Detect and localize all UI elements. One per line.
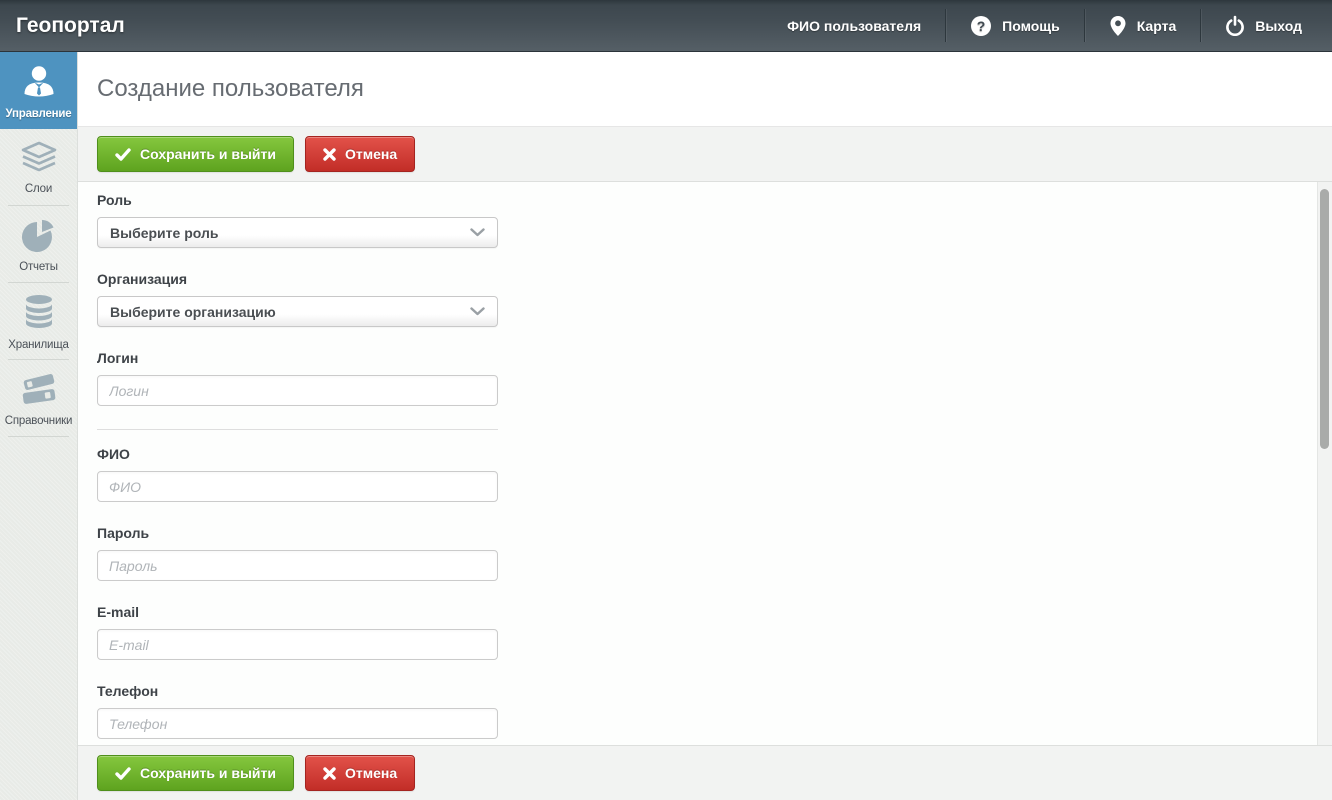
- email-label: E-mail: [97, 604, 1332, 620]
- form-scroll-area: Роль Выберите роль Организация Выберите …: [78, 182, 1332, 745]
- organization-select-value: Выберите организацию: [110, 304, 276, 320]
- fullname-label: ФИО: [97, 446, 1332, 462]
- header-nav: ФИО пользователя ? Помощь Карта: [763, 0, 1332, 51]
- organization-select[interactable]: Выберите организацию: [97, 296, 498, 327]
- sidebar-item-layers[interactable]: Слои: [0, 129, 77, 205]
- field-group-organization: Организация Выберите организацию: [97, 271, 1332, 327]
- password-label: Пароль: [97, 525, 1332, 541]
- svg-text:?: ?: [977, 18, 986, 34]
- field-group-email: E-mail: [97, 604, 1332, 660]
- user-fullname-label: ФИО пользователя: [787, 18, 921, 34]
- map-pin-icon: [1109, 15, 1127, 37]
- field-group-role: Роль Выберите роль: [97, 192, 1332, 248]
- role-label: Роль: [97, 192, 1332, 208]
- field-group-fullname: ФИО: [97, 446, 1332, 502]
- power-icon: [1225, 15, 1245, 36]
- layers-icon: [18, 140, 60, 176]
- x-icon: [323, 148, 336, 161]
- logout-link[interactable]: Выход: [1201, 0, 1326, 51]
- x-icon: [323, 767, 336, 780]
- sidebar-item-label: Хранилища: [8, 339, 68, 351]
- bottom-toolbar: Сохранить и выйти Отмена: [78, 745, 1332, 800]
- save-button-label: Сохранить и выйти: [140, 765, 276, 781]
- sidebar-item-management[interactable]: Управление: [0, 52, 77, 129]
- role-select[interactable]: Выберите роль: [97, 217, 498, 248]
- phone-input[interactable]: [97, 708, 498, 739]
- field-group-phone: Телефон: [97, 683, 1332, 739]
- cancel-button-bottom[interactable]: Отмена: [305, 755, 415, 791]
- sidebar: Управление Слои Отчеты: [0, 52, 78, 800]
- save-and-exit-button-bottom[interactable]: Сохранить и выйти: [97, 755, 294, 791]
- save-and-exit-button[interactable]: Сохранить и выйти: [97, 136, 294, 172]
- check-icon: [115, 767, 131, 780]
- help-label: Помощь: [1002, 18, 1060, 34]
- vertical-scrollbar-thumb[interactable]: [1320, 189, 1329, 449]
- sidebar-item-storages[interactable]: Хранилища: [0, 283, 77, 359]
- user-fullname-link[interactable]: ФИО пользователя: [763, 0, 945, 51]
- sidebar-divider: [8, 436, 69, 437]
- cancel-button-label: Отмена: [345, 765, 397, 781]
- save-button-label: Сохранить и выйти: [140, 146, 276, 162]
- map-label: Карта: [1137, 18, 1177, 34]
- sidebar-item-label: Отчеты: [19, 261, 58, 273]
- top-toolbar: Сохранить и выйти Отмена: [78, 127, 1332, 182]
- sidebar-item-label: Справочники: [5, 415, 72, 427]
- organization-label: Организация: [97, 271, 1332, 287]
- books-icon: [18, 370, 60, 408]
- help-link[interactable]: ? Помощь: [946, 0, 1084, 51]
- sidebar-item-dictionaries[interactable]: Справочники: [0, 360, 77, 436]
- sidebar-item-label: Управление: [6, 108, 72, 120]
- pie-chart-icon: [19, 216, 59, 254]
- app-brand: Геопортал: [0, 0, 141, 51]
- user-create-form: Роль Выберите роль Организация Выберите …: [78, 182, 1332, 739]
- check-icon: [115, 148, 131, 161]
- main-layout: Управление Слои Отчеты: [0, 52, 1332, 800]
- cancel-button[interactable]: Отмена: [305, 136, 415, 172]
- vertical-scrollbar-track[interactable]: [1317, 182, 1332, 745]
- main-panel: Создание пользователя Сохранить и выйти …: [78, 52, 1332, 800]
- login-label: Логин: [97, 350, 1332, 366]
- role-select-value: Выберите роль: [110, 225, 218, 241]
- fullname-input[interactable]: [97, 471, 498, 502]
- form-section-divider: [97, 429, 498, 430]
- title-bar: Создание пользователя: [78, 52, 1332, 127]
- field-group-password: Пароль: [97, 525, 1332, 581]
- page-title: Создание пользователя: [97, 75, 364, 103]
- app-header: Геопортал ФИО пользователя ? Помощь Карт…: [0, 0, 1332, 52]
- cancel-button-label: Отмена: [345, 146, 397, 162]
- phone-label: Телефон: [97, 683, 1332, 699]
- password-input[interactable]: [97, 550, 498, 581]
- user-icon: [19, 61, 59, 101]
- login-input[interactable]: [97, 375, 498, 406]
- chevron-down-icon: [470, 228, 485, 237]
- chevron-down-icon: [470, 307, 485, 316]
- database-icon: [19, 292, 59, 332]
- sidebar-item-reports[interactable]: Отчеты: [0, 206, 77, 282]
- help-icon: ?: [970, 15, 992, 37]
- sidebar-item-label: Слои: [25, 183, 52, 195]
- field-group-login: Логин: [97, 350, 1332, 406]
- email-input[interactable]: [97, 629, 498, 660]
- map-link[interactable]: Карта: [1085, 0, 1201, 51]
- logout-label: Выход: [1255, 18, 1302, 34]
